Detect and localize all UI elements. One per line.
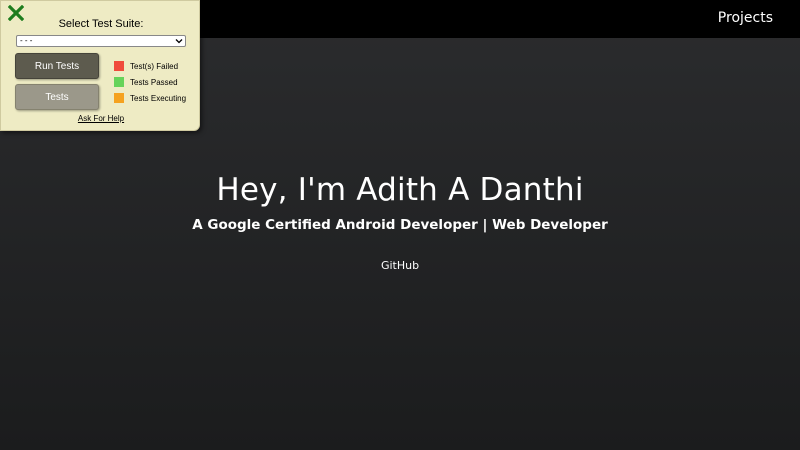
legend-item-failed: Test(s) Failed — [114, 58, 186, 74]
ask-for-help-link[interactable]: Ask For Help — [1, 114, 201, 123]
selected-suite-value: - - - — [20, 36, 33, 45]
run-tests-button[interactable]: Run Tests — [15, 53, 99, 79]
status-legend: Test(s) Failed Tests Passed Tests Execut… — [114, 58, 186, 106]
executing-swatch — [114, 93, 124, 103]
legend-label-failed: Test(s) Failed — [130, 61, 179, 71]
tests-button[interactable]: Tests — [15, 84, 99, 110]
hero-title: Hey, I'm Adith A Danthi — [216, 172, 584, 208]
github-link[interactable]: GitHub — [381, 259, 419, 272]
failed-swatch — [114, 61, 124, 71]
nav-link-projects[interactable]: Projects — [718, 10, 773, 26]
chevron-down-icon — [175, 39, 183, 44]
panel-title: Select Test Suite: — [58, 18, 144, 30]
legend-item-executing: Tests Executing — [114, 90, 186, 106]
passed-swatch — [114, 77, 124, 87]
legend-label-passed: Tests Passed — [130, 77, 178, 87]
hero-subtitle: A Google Certified Android Developer | W… — [192, 217, 608, 233]
hero-section: Hey, I'm Adith A Danthi A Google Certifi… — [0, 172, 800, 274]
test-suite-select[interactable]: - - - — [16, 35, 186, 47]
test-suite-panel: Select Test Suite: - - - Run Tests Tests… — [0, 0, 200, 131]
legend-item-passed: Tests Passed — [114, 74, 186, 90]
legend-label-executing: Tests Executing — [130, 93, 187, 103]
